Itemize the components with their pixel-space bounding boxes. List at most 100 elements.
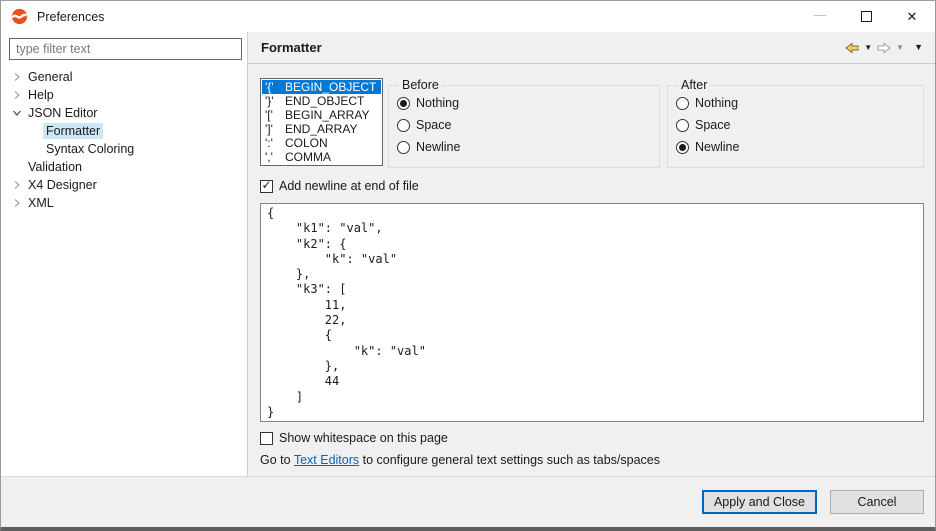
tree-item-label: General	[25, 69, 75, 85]
apply-and-close-button[interactable]: Apply and Close	[702, 490, 817, 514]
token-item-begin-array[interactable]: '['BEGIN_ARRAY	[262, 108, 381, 122]
forward-button[interactable]	[874, 38, 894, 58]
radio-icon[interactable]	[676, 119, 689, 132]
preferences-tree: General Help JSON Editor Formatt	[1, 68, 247, 212]
chevron-right-icon[interactable]	[9, 198, 25, 208]
app-logo-icon	[11, 8, 28, 25]
radio-icon[interactable]	[676, 97, 689, 110]
checkbox-icon[interactable]: ✓	[260, 432, 273, 445]
chevron-right-icon[interactable]	[9, 72, 25, 82]
token-name: BEGIN_OBJECT	[285, 80, 376, 94]
after-group: After Nothing Space Newline	[667, 78, 924, 168]
tree-item-help[interactable]: Help	[1, 86, 247, 104]
preferences-dialog: Preferences — ✕ General	[0, 0, 936, 531]
minimize-icon: —	[814, 7, 827, 22]
token-item-end-object[interactable]: '}'END_OBJECT	[262, 94, 381, 108]
token-symbol: ':'	[265, 136, 285, 150]
tree-item-label: Help	[25, 87, 57, 103]
add-newline-checkbox-row[interactable]: ✓ Add newline at end of file	[260, 178, 924, 194]
radio-icon[interactable]	[397, 119, 410, 132]
maximize-button[interactable]	[843, 1, 889, 32]
caret-down-icon: ▼	[864, 44, 872, 52]
window-title: Preferences	[37, 10, 104, 24]
close-button[interactable]: ✕	[889, 1, 935, 32]
before-group: Before Nothing Space Newline	[388, 78, 660, 168]
minimize-button[interactable]: —	[797, 1, 843, 32]
checkbox-label: Add newline at end of file	[279, 179, 419, 193]
checkbox-icon[interactable]: ✓	[260, 180, 273, 193]
token-name: END_OBJECT	[285, 94, 364, 108]
token-symbol: '['	[265, 108, 285, 122]
tree-item-label: XML	[25, 195, 57, 211]
goto-suffix-text: to configure general text settings such …	[359, 453, 660, 467]
cancel-button[interactable]: Cancel	[830, 490, 924, 514]
checkmark-icon: ✓	[261, 179, 271, 191]
chevron-down-icon[interactable]	[9, 108, 25, 118]
before-group-label: Before	[399, 78, 442, 92]
token-item-comma[interactable]: ','COMMA	[262, 150, 381, 164]
after-nothing-option[interactable]: Nothing	[676, 92, 915, 114]
page-title: Formatter	[261, 40, 322, 55]
forward-arrow-icon	[876, 40, 892, 56]
goto-prefix-text: Go to	[260, 453, 294, 467]
forward-history-dropdown[interactable]: ▼	[894, 38, 906, 58]
maximize-icon	[861, 11, 872, 22]
radio-icon[interactable]	[676, 141, 689, 154]
format-preview-text: { "k1": "val", "k2": { "k": "val" }, "k3…	[267, 206, 917, 420]
tree-item-validation[interactable]: Validation	[1, 158, 247, 176]
dialog-button-bar: Apply and Close Cancel	[1, 476, 935, 527]
tree-item-label: Validation	[25, 159, 85, 175]
token-item-end-array[interactable]: ']'END_ARRAY	[262, 122, 381, 136]
caret-down-icon: ▼	[914, 43, 923, 52]
page-navigation: ▼ ▼ ▼	[842, 38, 925, 58]
tree-item-label: Syntax Coloring	[43, 141, 137, 157]
chevron-right-icon[interactable]	[9, 90, 25, 100]
token-item-colon[interactable]: ':'COLON	[262, 136, 381, 150]
view-menu-button[interactable]: ▼	[906, 38, 925, 58]
chevron-right-icon[interactable]	[9, 180, 25, 190]
before-newline-option[interactable]: Newline	[397, 136, 651, 158]
radio-icon[interactable]	[397, 141, 410, 154]
checkbox-label: Show whitespace on this page	[279, 431, 448, 445]
radio-icon[interactable]	[397, 97, 410, 110]
tree-item-x4-designer[interactable]: X4 Designer	[1, 176, 247, 194]
token-symbol: '{'	[265, 80, 285, 94]
tree-item-xml[interactable]: XML	[1, 194, 247, 212]
token-settings-row: '{'BEGIN_OBJECT '}'END_OBJECT '['BEGIN_A…	[260, 78, 924, 168]
radio-label: Nothing	[695, 96, 738, 110]
tree-item-general[interactable]: General	[1, 68, 247, 86]
main-area: General Help JSON Editor Formatt	[1, 32, 935, 476]
back-button[interactable]	[842, 38, 862, 58]
token-item-begin-object[interactable]: '{'BEGIN_OBJECT	[262, 80, 381, 94]
after-space-option[interactable]: Space	[676, 114, 915, 136]
before-space-option[interactable]: Space	[397, 114, 651, 136]
goto-text-editors-row: Go to Text Editors to configure general …	[260, 453, 924, 469]
radio-label: Nothing	[416, 96, 459, 110]
token-name: COLON	[285, 136, 328, 150]
text-editors-link[interactable]: Text Editors	[294, 453, 359, 467]
filter-input[interactable]	[9, 38, 242, 60]
formatter-panel: Formatter ▼	[248, 32, 935, 476]
tree-item-formatter[interactable]: Formatter	[1, 122, 247, 140]
panel-header: Formatter ▼	[248, 32, 935, 64]
back-history-dropdown[interactable]: ▼	[862, 38, 874, 58]
tree-item-label: Formatter	[43, 123, 103, 139]
preferences-sidebar: General Help JSON Editor Formatt	[1, 32, 248, 476]
after-newline-option[interactable]: Newline	[676, 136, 915, 158]
token-name: END_ARRAY	[285, 122, 357, 136]
caret-down-icon: ▼	[896, 44, 904, 52]
radio-label: Space	[695, 118, 730, 132]
title-bar: Preferences — ✕	[1, 1, 935, 32]
token-listbox[interactable]: '{'BEGIN_OBJECT '}'END_OBJECT '['BEGIN_A…	[260, 78, 383, 166]
tree-item-json-editor[interactable]: JSON Editor	[1, 104, 247, 122]
tree-item-label: X4 Designer	[25, 177, 100, 193]
token-symbol: ','	[265, 150, 285, 164]
tree-item-syntax-coloring[interactable]: Syntax Coloring	[1, 140, 247, 158]
show-whitespace-checkbox-row[interactable]: ✓ Show whitespace on this page	[260, 430, 924, 446]
tree-item-label: JSON Editor	[25, 105, 100, 121]
token-name: COMMA	[285, 150, 331, 164]
token-symbol: ']'	[265, 122, 285, 136]
before-nothing-option[interactable]: Nothing	[397, 92, 651, 114]
after-group-label: After	[678, 78, 710, 92]
radio-label: Space	[416, 118, 451, 132]
